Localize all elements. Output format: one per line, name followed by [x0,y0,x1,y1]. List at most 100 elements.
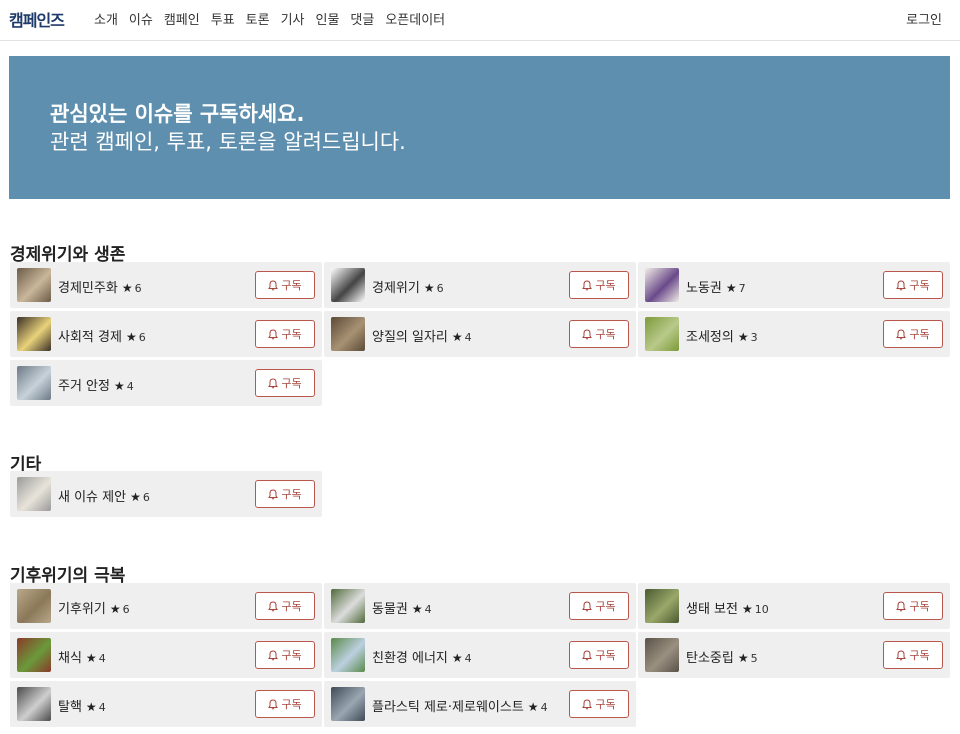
nav-link-campaigns[interactable]: 캠페인 [164,9,200,28]
subscriber-count: 5 [750,652,758,665]
nav-link-people[interactable]: 인물 [316,9,340,28]
issue-label[interactable]: 기후위기 [58,602,106,617]
nav-link-about[interactable]: 소개 [94,9,118,28]
issue-thumbnail[interactable] [331,687,365,721]
subscribe-label: 구독 [595,328,616,341]
subscribe-button[interactable]: 구독 [883,641,943,669]
star-icon: ★ [113,379,125,393]
issue-label[interactable]: 생태 보전 [686,602,738,617]
issue-label[interactable]: 친환경 에너지 [372,651,448,666]
issue-thumbnail[interactable] [17,589,51,623]
issue-thumbnail[interactable] [331,317,365,351]
issue-name[interactable]: 양질의 일자리 ★ 4 [372,326,472,345]
issue-name[interactable]: 경제위기 ★ 6 [372,277,444,296]
star-icon: ★ [85,651,97,665]
nav-link-comments[interactable]: 댓글 [350,9,374,28]
nav-link-issues[interactable]: 이슈 [129,9,153,28]
issue-label[interactable]: 양질의 일자리 [372,330,448,345]
issue-thumbnail[interactable] [17,268,51,302]
subscribe-button[interactable]: 구독 [255,320,315,348]
issue-thumbnail[interactable] [331,268,365,302]
subscribe-button[interactable]: 구독 [883,592,943,620]
issue-name[interactable]: 사회적 경제 ★ 6 [58,326,146,345]
subscriber-count: 6 [436,282,444,295]
subscribe-label: 구독 [909,328,930,341]
subscribe-button[interactable]: 구독 [255,271,315,299]
issue-name[interactable]: 탈핵 ★ 4 [58,696,106,715]
issue-name[interactable]: 생태 보전 ★ 10 [686,598,769,617]
subscribe-label: 구독 [281,488,302,501]
subscribe-button[interactable]: 구독 [255,641,315,669]
subscribe-button[interactable]: 구독 [569,320,629,348]
issue-thumbnail[interactable] [17,477,51,511]
subscribe-button[interactable]: 구독 [569,641,629,669]
site-logo[interactable]: 캠페인즈 [9,7,65,31]
issue-thumbnail[interactable] [17,366,51,400]
nav-link-articles[interactable]: 기사 [281,9,305,28]
issue-label[interactable]: 동물권 [372,602,408,617]
subscribe-button[interactable]: 구독 [255,690,315,718]
issue-label[interactable]: 경제위기 [372,281,420,296]
issue-thumbnail[interactable] [17,687,51,721]
issue-label[interactable]: 플라스틱 제로·제로웨이스트 [372,700,524,715]
issue-label[interactable]: 채식 [58,651,82,666]
subscribe-button[interactable]: 구독 [255,592,315,620]
issue-label[interactable]: 사회적 경제 [58,330,122,345]
issue-name[interactable]: 노동권 ★ 7 [686,277,746,296]
issue-card: 양질의 일자리 ★ 4 구독 [324,311,636,357]
issue-name[interactable]: 조세정의 ★ 3 [686,326,758,345]
issue-name[interactable]: 경제민주화 ★ 6 [58,277,142,296]
issue-thumbnail[interactable] [17,638,51,672]
issue-label[interactable]: 조세정의 [686,330,734,345]
issue-thumbnail[interactable] [645,268,679,302]
issue-card: 탈핵 ★ 4 구독 [10,681,322,727]
issue-name[interactable]: 채식 ★ 4 [58,647,106,666]
issue-thumbnail[interactable] [331,638,365,672]
bell-icon [268,488,279,499]
nav-link-debates[interactable]: 토론 [246,9,270,28]
issue-thumbnail[interactable] [17,317,51,351]
issue-name[interactable]: 탄소중립 ★ 5 [686,647,758,666]
issue-label[interactable]: 주거 안정 [58,379,110,394]
subscribe-label: 구독 [595,279,616,292]
issue-card: 노동권 ★ 7 구독 [638,262,950,308]
issue-thumbnail[interactable] [645,638,679,672]
issue-name[interactable]: 동물권 ★ 4 [372,598,432,617]
subscribe-button[interactable]: 구독 [569,592,629,620]
issue-name[interactable]: 친환경 에너지 ★ 4 [372,647,472,666]
issue-name[interactable]: 플라스틱 제로·제로웨이스트 ★ 4 [372,696,548,715]
subscribe-button[interactable]: 구독 [569,271,629,299]
nav-link-polls[interactable]: 투표 [211,9,235,28]
issue-card: 경제위기 ★ 6 구독 [324,262,636,308]
subscribe-button[interactable]: 구독 [569,690,629,718]
star-icon: ★ [741,602,753,616]
issue-name[interactable]: 새 이슈 제안 ★ 6 [58,486,150,505]
star-icon: ★ [423,281,435,295]
issue-label[interactable]: 탄소중립 [686,651,734,666]
subscribe-label: 구독 [281,377,302,390]
subscriber-count: 4 [540,701,548,714]
issue-label[interactable]: 탈핵 [58,700,82,715]
issue-name[interactable]: 기후위기 ★ 6 [58,598,130,617]
subscribe-label: 구독 [281,698,302,711]
issue-card: 조세정의 ★ 3 구독 [638,311,950,357]
subscribe-button[interactable]: 구독 [255,480,315,508]
issue-thumbnail[interactable] [645,317,679,351]
bell-icon [582,328,593,339]
login-link[interactable]: 로그인 [906,9,942,28]
subscribe-label: 구독 [281,279,302,292]
subscribe-button[interactable]: 구독 [883,271,943,299]
issue-label[interactable]: 노동권 [686,281,722,296]
issue-name[interactable]: 주거 안정 ★ 4 [58,375,134,394]
issue-card: 플라스틱 제로·제로웨이스트 ★ 4 구독 [324,681,636,727]
nav-link-open-data[interactable]: 오픈데이터 [385,9,445,28]
issue-card: 기후위기 ★ 6 구독 [10,583,322,629]
issue-thumbnail[interactable] [645,589,679,623]
issue-label[interactable]: 새 이슈 제안 [58,490,126,505]
subscribe-button[interactable]: 구독 [255,369,315,397]
subscribe-button[interactable]: 구독 [883,320,943,348]
subscribe-label: 구독 [595,600,616,613]
issue-label[interactable]: 경제민주화 [58,281,118,296]
issue-thumbnail[interactable] [331,589,365,623]
issue-card: 채식 ★ 4 구독 [10,632,322,678]
